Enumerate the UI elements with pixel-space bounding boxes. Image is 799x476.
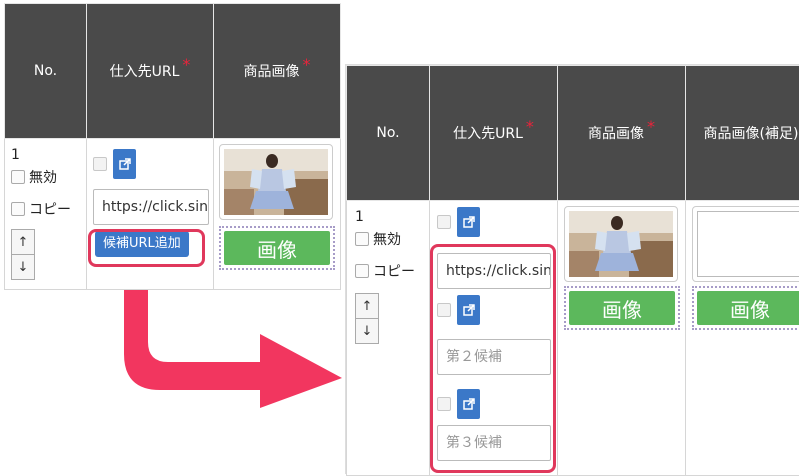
row-number: 1 [11, 147, 86, 163]
row-number-cell: 1 無効 コピー ↑ ↓ [347, 201, 430, 476]
header-supplier-url: 仕入先URL* [87, 4, 214, 139]
product-image-cell: 画像 [214, 139, 341, 290]
supplier-url-input[interactable]: https://click.sin [93, 189, 209, 225]
supplement-thumbnail-empty [692, 206, 799, 282]
header-product-image-supplement: 商品画像(補足) [686, 66, 799, 201]
image-button[interactable]: 画像 [224, 231, 330, 265]
product-thumbnail [564, 206, 678, 282]
after-table: No. 仕入先URL* 商品画像* 商品画像(補足) 1 無効 コピー [346, 65, 799, 476]
move-down-button[interactable]: ↓ [355, 319, 379, 344]
copy-label: コピー [29, 199, 71, 219]
url-checkbox[interactable] [437, 215, 451, 229]
image-button[interactable]: 画像 [569, 291, 675, 325]
disable-checkbox[interactable] [11, 170, 25, 184]
move-up-button[interactable]: ↑ [11, 229, 35, 255]
external-link-icon [119, 158, 131, 170]
required-mark: * [303, 55, 311, 74]
supplement-image-cell: 画像 [686, 201, 799, 476]
disable-label: 無効 [29, 167, 57, 187]
highlight-candidate-urls [430, 244, 556, 473]
product-photo [224, 149, 328, 215]
open-url-button[interactable] [113, 149, 136, 179]
after-panel: No. 仕入先URL* 商品画像* 商品画像(補足) 1 無効 コピー [345, 64, 799, 474]
row-number: 1 [355, 209, 429, 225]
header-no: No. [347, 66, 430, 201]
external-link-icon [463, 216, 475, 228]
required-mark: * [526, 117, 534, 136]
product-photo [569, 211, 673, 277]
move-up-button[interactable]: ↑ [355, 293, 379, 319]
curved-arrow-icon [120, 280, 350, 410]
required-mark: * [182, 55, 190, 74]
required-mark: * [647, 117, 655, 136]
move-down-button[interactable]: ↓ [11, 255, 35, 280]
product-thumbnail [219, 144, 333, 220]
product-image-cell: 画像 [558, 201, 686, 476]
before-panel: No. 仕入先URL* 商品画像* 1 無効 コピー ↑ [0, 0, 340, 290]
row-number-cell: 1 無効 コピー ↑ ↓ [5, 139, 87, 290]
disable-checkbox[interactable] [355, 232, 369, 246]
header-product-image: 商品画像* [214, 4, 341, 139]
copy-checkbox[interactable] [11, 202, 25, 216]
url-checkbox[interactable] [93, 157, 107, 171]
supplement-image-button[interactable]: 画像 [697, 291, 799, 325]
copy-label: コピー [373, 261, 415, 281]
header-no: No. [5, 4, 87, 139]
header-product-image: 商品画像* [558, 66, 686, 201]
copy-checkbox[interactable] [355, 264, 369, 278]
highlight-add-candidate [88, 229, 205, 267]
disable-label: 無効 [373, 229, 401, 249]
open-url-button[interactable] [457, 207, 480, 237]
header-supplier-url: 仕入先URL* [430, 66, 558, 201]
